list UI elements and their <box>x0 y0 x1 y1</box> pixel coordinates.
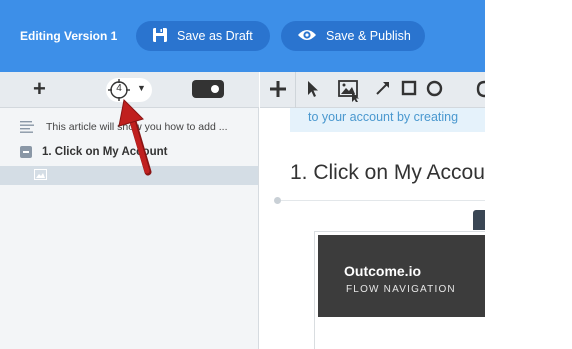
plus-icon[interactable] <box>269 80 287 98</box>
divider-handle[interactable] <box>274 197 281 204</box>
outline-intro-text: This article will show you how to add ..… <box>46 121 228 133</box>
left-toolbar: + 4 ▼ <box>0 72 259 108</box>
editing-version-title: Editing Version 1 <box>20 29 118 43</box>
save-and-publish-label: Save & Publish <box>326 29 411 43</box>
save-as-draft-label: Save as Draft <box>177 29 253 43</box>
toolbar-divider <box>295 72 296 108</box>
outline-panel: This article will show you how to add ..… <box>0 108 259 349</box>
outline-image-item[interactable] <box>0 166 258 185</box>
save-as-draft-button[interactable]: Save as Draft <box>136 21 270 51</box>
step-divider <box>281 200 485 201</box>
cursor-arrow-icon[interactable] <box>306 80 320 98</box>
square-icon[interactable] <box>401 80 417 96</box>
article-content: to your account by creating 1. Click on … <box>260 108 485 349</box>
chevron-down-icon: ▼ <box>137 83 146 93</box>
outline-intro-item[interactable]: This article will show you how to add ..… <box>20 121 228 133</box>
step-screenshot[interactable]: Outcome.io FLOW NAVIGATION <box>318 235 485 317</box>
diagonal-arrow-icon[interactable] <box>375 80 391 96</box>
save-and-publish-button[interactable]: Save & Publish <box>281 21 425 51</box>
image-select-icon[interactable] <box>338 80 362 102</box>
add-step-plus-icon[interactable]: + <box>33 78 46 100</box>
toggle-icon[interactable] <box>192 80 224 98</box>
eye-icon <box>297 28 317 45</box>
target-count: 4 <box>116 83 122 94</box>
top-header: Editing Version 1 Save as Draft Save & P… <box>0 0 485 72</box>
callout-text: to your account by creating <box>308 110 459 124</box>
screenshot-subtitle: FLOW NAVIGATION <box>346 284 456 295</box>
floppy-disk-icon <box>152 27 168 46</box>
screenshot-brand: Outcome.io <box>344 263 422 279</box>
target-selector-button[interactable]: 4 ▼ <box>106 78 152 102</box>
circle-icon[interactable] <box>426 80 443 97</box>
collapse-icon[interactable] <box>20 146 32 158</box>
outline-step-label: 1. Click on My Account <box>42 146 168 158</box>
step-heading[interactable]: 1. Click on My Account <box>290 161 485 185</box>
image-icon <box>34 169 47 180</box>
text-lines-icon <box>20 121 34 133</box>
annotation-toolbar <box>260 72 485 108</box>
editor-app: Editing Version 1 Save as Draft Save & P… <box>0 0 485 349</box>
more-tools-icon[interactable] <box>476 80 485 98</box>
screenshot-edit-tab[interactable] <box>473 210 485 230</box>
outline-step-item[interactable]: 1. Click on My Account <box>20 146 167 158</box>
info-callout: to your account by creating <box>290 108 485 132</box>
